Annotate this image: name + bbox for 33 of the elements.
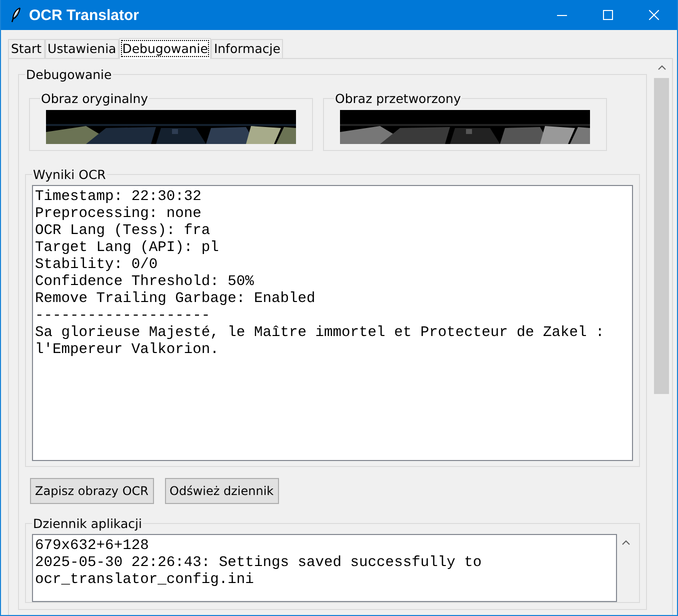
text-line: -------------------- [35, 308, 212, 325]
text-line: Stability: 0/0 [35, 257, 159, 274]
panel-title: Obraz przetworzony [334, 91, 462, 106]
tab[interactable]: Ustawienia [44, 39, 120, 58]
close-icon [649, 10, 659, 20]
text-line: Target Lang (API): pl [35, 240, 220, 257]
text-line: OCR Lang (Tess): fra [35, 223, 212, 240]
text-line: Remove Trailing Garbage: Enabled [35, 291, 316, 308]
panel-title: Obraz oryginalny [40, 91, 150, 106]
group-title: Dziennik aplikacji [32, 516, 143, 531]
log-line: 679x632+6+128 [35, 538, 150, 555]
scroll-thumb[interactable] [654, 78, 669, 394]
tab[interactable]: Informacje [210, 39, 284, 58]
text-line: Timestamp: 22:30:32 [35, 189, 202, 206]
group-title: Wyniki OCR [32, 167, 107, 182]
text-line: Preprocessing: none [35, 206, 202, 223]
scroll-up-icon [622, 540, 630, 545]
maximize-icon [603, 10, 613, 20]
window-title: OCR Translator [29, 6, 140, 24]
text-line: Confidence Threshold: 50% [35, 274, 255, 291]
group-title: Debugowanie [25, 67, 113, 82]
text-line: l'Empereur Valkorion. [35, 342, 220, 359]
action-button[interactable]: Odśwież dziennik [164, 478, 279, 504]
action-button[interactable]: Zapisz obrazy OCR [30, 478, 154, 504]
feather-icon [11, 7, 21, 23]
minimize-icon [557, 14, 567, 16]
tab[interactable]: Debugowanie [119, 38, 211, 59]
text-line: Sa glorieuse Majesté, le Maître immortel et Protecteur de Zakel : [35, 325, 606, 342]
log-line: 2025-05-30 22:26:43: Settings saved successfully to [35, 555, 483, 572]
log-line: ocr_translator_config.ini [35, 572, 255, 589]
scroll-up-icon [658, 65, 666, 70]
tab[interactable]: Start [8, 39, 45, 58]
log-text-area[interactable]: 679x632+6+128 2025-05-30 22:26:43: Settings saved successfully to ocr_translator_config.ini [32, 534, 617, 602]
